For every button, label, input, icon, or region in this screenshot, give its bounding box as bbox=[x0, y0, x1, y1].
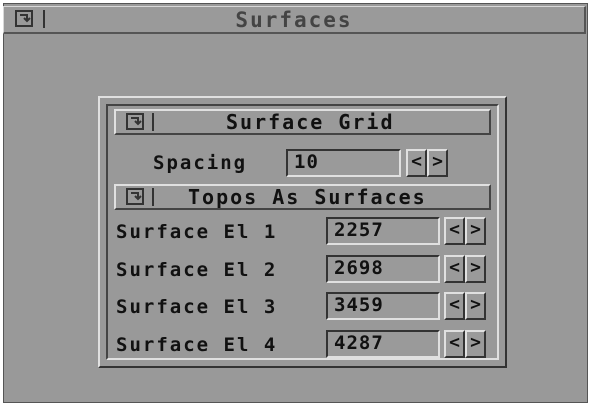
surface-el-label: Surface El 1 bbox=[116, 221, 278, 243]
surface-el-value: 4287 bbox=[334, 332, 384, 354]
title-bar[interactable]: Surfaces bbox=[3, 6, 586, 34]
surface-el-label: Surface El 2 bbox=[116, 259, 278, 281]
decrement-button[interactable]: < bbox=[444, 217, 465, 245]
decrement-button[interactable]: < bbox=[406, 149, 427, 177]
surface-grid-title: Surface Grid bbox=[226, 110, 395, 134]
surface-el-field[interactable]: 2698 bbox=[326, 255, 440, 283]
spacing-label: Spacing bbox=[153, 152, 248, 174]
decrement-button[interactable]: < bbox=[444, 292, 465, 320]
surface-el-stepper[interactable]: < > bbox=[444, 330, 488, 358]
header-separator bbox=[152, 113, 154, 131]
increment-button[interactable]: > bbox=[465, 292, 486, 320]
topos-title: Topos As Surfaces bbox=[188, 185, 427, 209]
surface-el-stepper[interactable]: < > bbox=[444, 292, 488, 320]
increment-button[interactable]: > bbox=[465, 217, 486, 245]
increment-button[interactable]: > bbox=[465, 255, 486, 283]
spacing-value: 10 bbox=[294, 151, 319, 173]
surface-el-field[interactable]: 2257 bbox=[326, 217, 440, 245]
spacing-field[interactable]: 10 bbox=[286, 149, 401, 177]
topos-header[interactable]: Topos As Surfaces bbox=[114, 184, 491, 210]
increment-button[interactable]: > bbox=[465, 330, 486, 358]
decrement-button[interactable]: < bbox=[444, 330, 465, 358]
surface-el-field[interactable]: 4287 bbox=[326, 330, 440, 358]
spacing-stepper[interactable]: < > bbox=[406, 149, 450, 177]
header-separator bbox=[152, 188, 154, 206]
surface-el-value: 3459 bbox=[334, 294, 384, 316]
surface-el-label: Surface El 3 bbox=[116, 296, 278, 318]
surface-el-label: Surface El 4 bbox=[116, 334, 278, 356]
surfaces-panel-inner: Surface Grid Spacing 10 < > Topos As Sur… bbox=[106, 104, 499, 360]
decrement-button[interactable]: < bbox=[444, 255, 465, 283]
surface-el-value: 2257 bbox=[334, 219, 384, 241]
window-menu-icon[interactable] bbox=[126, 113, 148, 131]
window-menu-icon[interactable] bbox=[126, 188, 148, 206]
increment-button[interactable]: > bbox=[427, 149, 448, 177]
surface-el-stepper[interactable]: < > bbox=[444, 217, 488, 245]
surface-grid-header[interactable]: Surface Grid bbox=[114, 109, 491, 135]
window-title: Surfaces bbox=[235, 8, 353, 32]
surfaces-panel: Surface Grid Spacing 10 < > Topos As Sur… bbox=[98, 96, 507, 368]
surface-el-value: 2698 bbox=[334, 257, 384, 279]
surface-el-stepper[interactable]: < > bbox=[444, 255, 488, 283]
surface-el-field[interactable]: 3459 bbox=[326, 292, 440, 320]
